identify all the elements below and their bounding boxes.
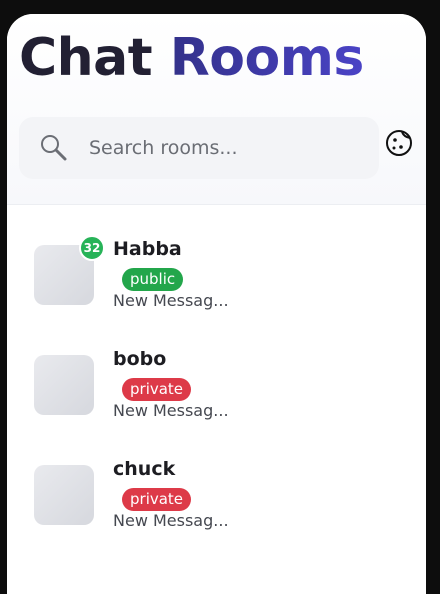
room-item-bobo[interactable]: bobo private New Messag... bbox=[7, 315, 426, 425]
room-item-habba[interactable]: 32 Habba public New Messag... bbox=[7, 205, 426, 315]
avatar bbox=[34, 465, 94, 525]
unread-badge: 32 bbox=[79, 235, 105, 261]
message-preview: New Messag... bbox=[113, 291, 229, 310]
title-word-rooms: Rooms bbox=[169, 28, 365, 88]
room-list: 32 Habba public New Messag... bobo priva… bbox=[7, 205, 426, 535]
room-name: Habba bbox=[113, 238, 182, 260]
title-word-chat: Chat bbox=[19, 28, 153, 88]
search-input[interactable] bbox=[87, 136, 361, 160]
message-preview: New Messag... bbox=[113, 401, 229, 420]
header: Chat Rooms bbox=[7, 14, 426, 205]
app-card: Chat Rooms Search rooms... 32 Habba publ… bbox=[7, 14, 426, 594]
message-preview: New Messag... bbox=[113, 511, 229, 530]
cookie-icon bbox=[384, 128, 414, 162]
avatar bbox=[34, 355, 94, 415]
room-item-chuck[interactable]: chuck private New Messag... bbox=[7, 425, 426, 535]
room-name: bobo bbox=[113, 348, 167, 370]
page-title: Chat Rooms bbox=[19, 32, 364, 84]
visibility-tag: public bbox=[122, 268, 184, 291]
visibility-tag: private bbox=[122, 488, 192, 511]
visibility-tag: private bbox=[122, 378, 192, 401]
theme-toggle-button[interactable] bbox=[384, 130, 414, 160]
search-bar[interactable] bbox=[19, 117, 379, 179]
room-name: chuck bbox=[113, 458, 176, 480]
search-icon bbox=[37, 131, 71, 165]
